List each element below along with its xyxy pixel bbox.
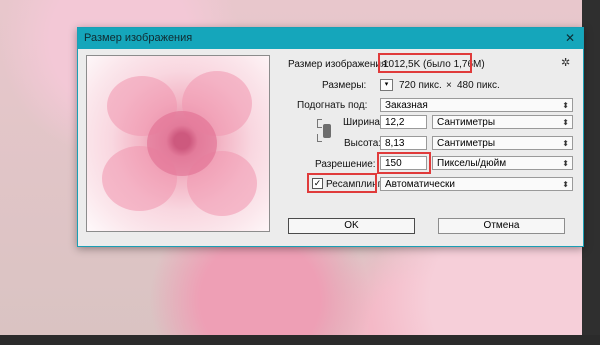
resample-select-value: Автоматически	[385, 179, 455, 190]
canvas-edge-bottom	[0, 335, 600, 345]
chevron-updown-icon: ⬍	[562, 139, 569, 148]
resolution-label: Разрешение:	[315, 159, 376, 170]
chevron-updown-icon: ⬍	[562, 101, 569, 110]
dimensions-width: 720 пикс.	[399, 80, 442, 91]
width-field[interactable]: 12,2	[380, 115, 427, 129]
chevron-updown-icon: ⬍	[562, 180, 569, 189]
height-unit-value: Сантиметры	[437, 138, 496, 149]
dimensions-dropdown-icon[interactable]: ▾	[380, 79, 393, 91]
canvas-edge-right	[582, 0, 600, 345]
fit-select[interactable]: Заказная ⬍	[380, 98, 573, 112]
image-size-label: Размер изображения:	[288, 59, 390, 70]
highlight-resample	[307, 173, 377, 193]
highlight-resolution	[377, 152, 431, 174]
close-icon[interactable]: ✕	[565, 28, 575, 49]
width-label: Ширина:	[343, 117, 383, 128]
dimensions-height: 480 пикс.	[457, 80, 500, 91]
image-preview[interactable]	[86, 55, 270, 232]
resolution-unit-select[interactable]: Пикселы/дюйм ⬍	[432, 156, 573, 170]
width-unit-select[interactable]: Сантиметры ⬍	[432, 115, 573, 129]
resample-select[interactable]: Автоматически ⬍	[380, 177, 573, 191]
height-label: Высота:	[344, 138, 382, 149]
dimensions-label: Размеры:	[322, 80, 367, 91]
cancel-button[interactable]: Отмена	[438, 218, 565, 234]
fit-label: Подогнать под:	[297, 100, 368, 111]
petal-shape	[147, 111, 217, 176]
image-size-dialog: Размер изображения ✕ Размер изображения:…	[77, 27, 584, 247]
dialog-titlebar[interactable]: Размер изображения ✕	[78, 28, 583, 49]
constraint-bracket-bottom	[317, 134, 322, 142]
fit-select-value: Заказная	[385, 100, 428, 111]
ok-button[interactable]: OK	[288, 218, 415, 234]
width-unit-value: Сантиметры	[437, 117, 496, 128]
gear-icon[interactable]: ✲	[561, 56, 570, 69]
chevron-updown-icon: ⬍	[562, 118, 569, 127]
constraint-bracket-top	[317, 119, 322, 128]
chevron-updown-icon: ⬍	[562, 159, 569, 168]
dialog-title: Размер изображения	[84, 32, 193, 44]
height-field[interactable]: 8,13	[380, 136, 427, 150]
height-unit-select[interactable]: Сантиметры ⬍	[432, 136, 573, 150]
link-constrain-icon[interactable]	[323, 124, 331, 138]
highlight-image-size	[378, 53, 472, 73]
resolution-unit-value: Пикселы/дюйм	[437, 158, 507, 169]
dimensions-times: ×	[446, 80, 452, 91]
